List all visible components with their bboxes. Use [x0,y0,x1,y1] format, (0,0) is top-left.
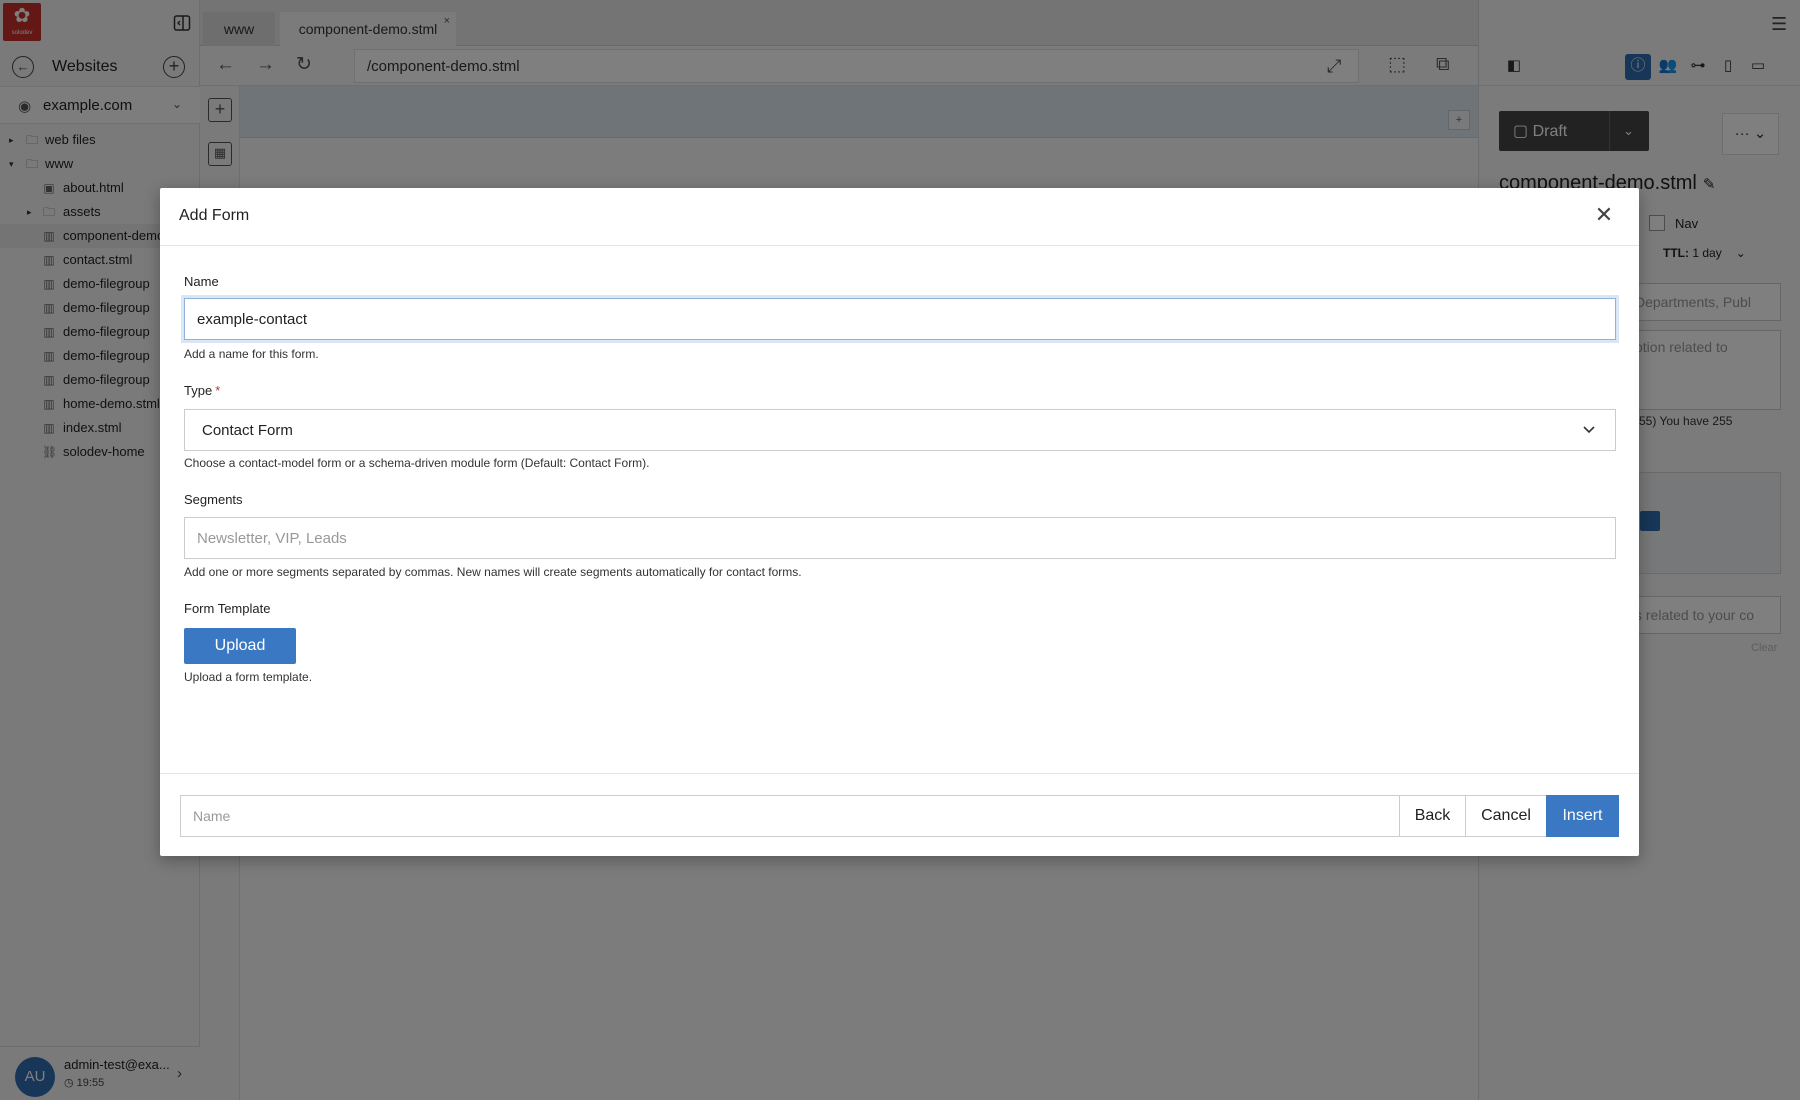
upload-help: Upload a form template. [184,670,313,684]
form-template-label: Form Template [184,601,271,616]
name-label: Name [184,274,219,289]
add-form-modal: Add Form ✕ Name Add a name for this form… [160,188,1639,856]
close-icon[interactable]: ✕ [1592,204,1616,228]
segments-help: Add one or more segments separated by co… [184,565,802,579]
form-type-select[interactable]: Contact Form [184,409,1616,451]
name-help: Add a name for this form. [184,347,319,361]
type-help: Choose a contact-model form or a schema-… [184,456,650,470]
form-type-value: Contact Form [202,422,293,439]
form-name-input[interactable] [184,298,1616,340]
segments-input[interactable] [184,517,1616,559]
modal-header: Add Form ✕ [160,188,1639,246]
modal-footer: Back Cancel Insert [160,773,1639,856]
footer-name-input[interactable] [180,795,1400,837]
required-marker: * [215,383,221,398]
chevron-down-icon [1582,423,1596,438]
back-button[interactable]: Back [1399,795,1466,837]
segments-label: Segments [184,492,243,507]
type-label: Type * [184,383,220,398]
modal-title: Add Form [179,207,250,224]
cancel-button[interactable]: Cancel [1465,795,1547,837]
upload-button[interactable]: Upload [184,628,296,664]
insert-button[interactable]: Insert [1546,795,1619,837]
type-label-text: Type [184,383,213,398]
